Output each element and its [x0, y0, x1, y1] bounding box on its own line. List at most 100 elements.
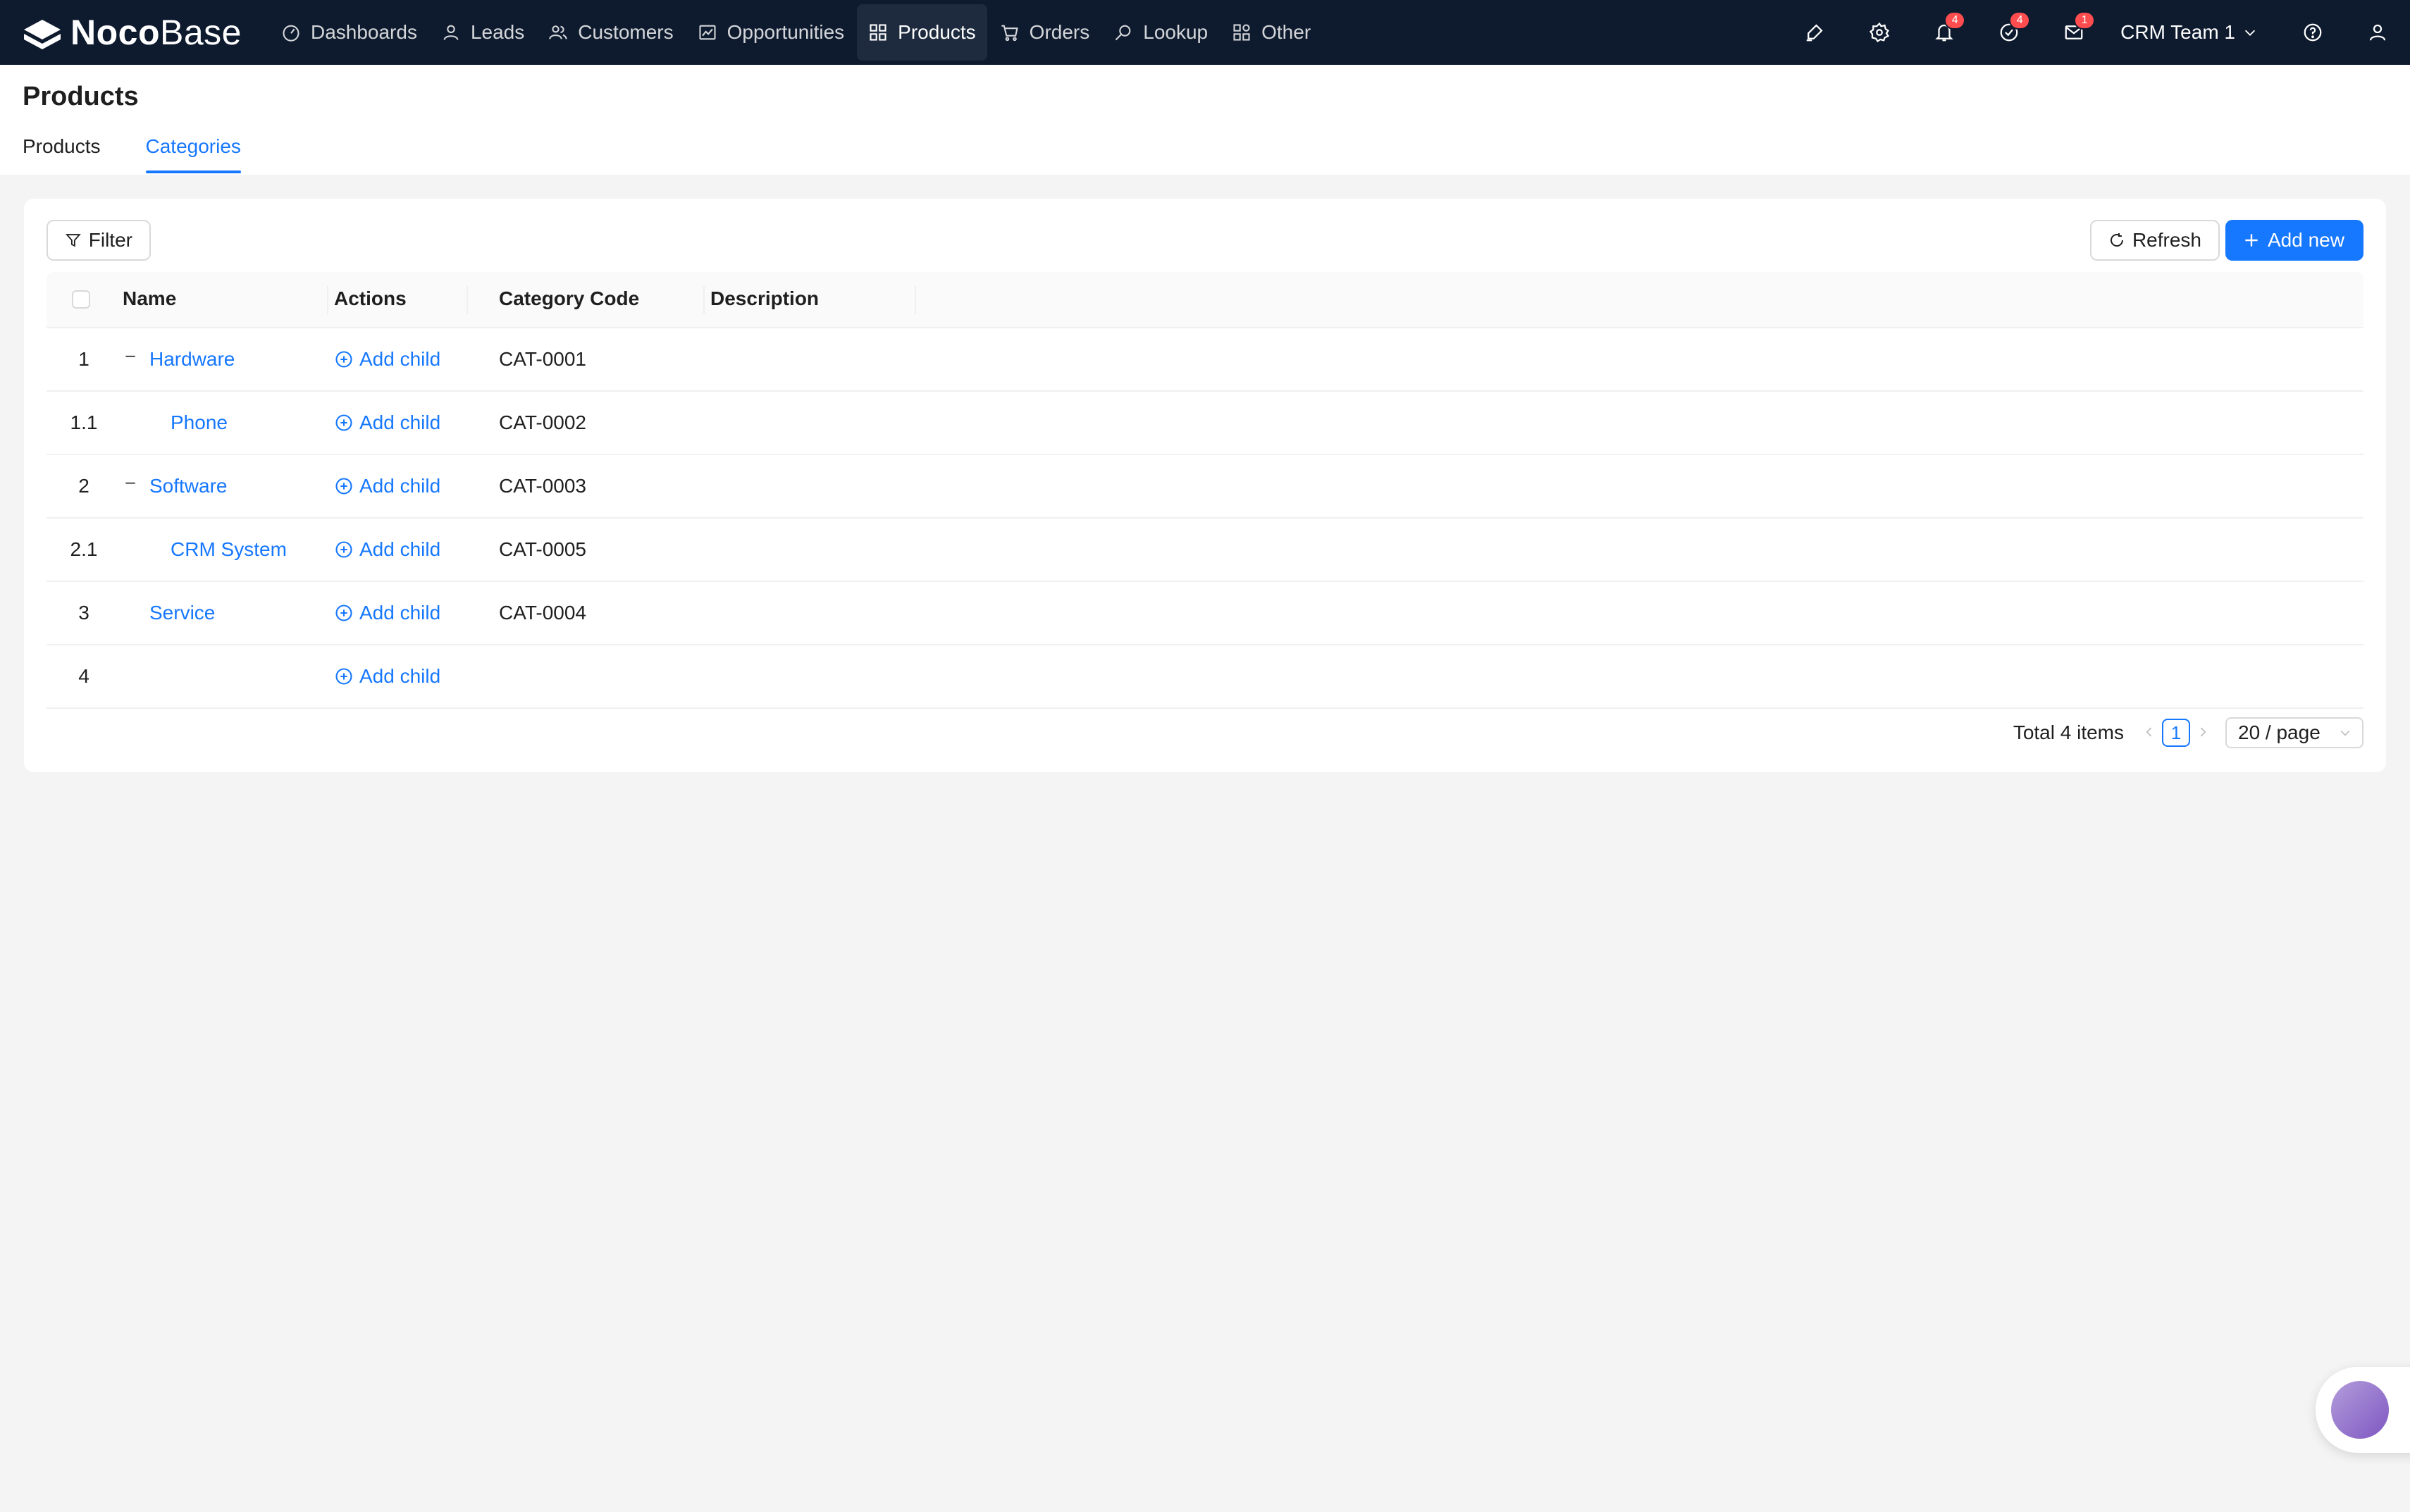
- filter-label: Filter: [88, 229, 132, 251]
- categories-card: Filter Refresh Add new Name Actions Cate…: [24, 199, 2386, 772]
- table-row: 3 Service Add child CAT-0004: [47, 582, 2363, 645]
- chart-icon: [699, 25, 716, 40]
- pagination-total: Total 4 items: [2013, 721, 2124, 743]
- mail-badge: 1: [2075, 13, 2094, 28]
- notifications-button[interactable]: 4: [1912, 0, 1977, 65]
- chevron-down-icon: [2244, 30, 2256, 36]
- logo-text: NocoBase: [70, 13, 242, 52]
- theme-editor-button[interactable]: [1782, 0, 1847, 65]
- table-row: 4 Add child: [47, 645, 2363, 709]
- table-row: 1.1 Phone Add child CAT-0002: [47, 392, 2363, 455]
- menu-item-leads[interactable]: Leads: [430, 4, 536, 61]
- plus-circle-icon: [335, 605, 352, 621]
- team-switcher[interactable]: CRM Team 1: [2106, 0, 2280, 65]
- mail-button[interactable]: 1: [2041, 0, 2106, 65]
- add-child-link[interactable]: Add child: [334, 475, 440, 497]
- add-child-link[interactable]: Add child: [334, 411, 440, 434]
- column-separator: [327, 286, 328, 314]
- add-new-button[interactable]: Add new: [2225, 220, 2363, 261]
- gear-icon: [1870, 22, 1890, 43]
- apps-icon: [1233, 24, 1250, 41]
- page-header: Products Products Categories: [0, 65, 2410, 175]
- chevron-down-icon: [2340, 730, 2350, 736]
- category-name-link[interactable]: Software: [149, 475, 228, 497]
- add-child-link[interactable]: Add child: [334, 665, 440, 688]
- user-menu-button[interactable]: [2345, 0, 2410, 65]
- next-page-button[interactable]: [2190, 721, 2216, 744]
- add-child-label: Add child: [359, 665, 441, 687]
- menu-item-opportunities[interactable]: Opportunities: [686, 4, 856, 61]
- table-row: 1 – Hardware Add child CAT-0001: [47, 328, 2363, 392]
- category-name-link[interactable]: Service: [149, 602, 215, 624]
- ai-assistant-button[interactable]: [2316, 1367, 2410, 1453]
- add-child-link[interactable]: Add child: [334, 538, 440, 561]
- pagination: Total 4 items 1 20 / page: [2013, 717, 2363, 748]
- column-separator: [466, 286, 468, 314]
- menu-item-customers[interactable]: Customers: [537, 4, 684, 61]
- page-tabs: Products Categories: [23, 132, 286, 175]
- plus-circle-icon: [335, 351, 352, 368]
- menu-item-dashboards[interactable]: Dashboards: [270, 4, 428, 61]
- add-child-label: Add child: [359, 348, 441, 370]
- add-child-label: Add child: [359, 411, 441, 433]
- logo[interactable]: NocoBase: [21, 0, 242, 65]
- menu-label: Opportunities: [727, 21, 845, 43]
- row-index: 4: [78, 665, 89, 687]
- add-child-link[interactable]: Add child: [334, 348, 440, 371]
- filter-button[interactable]: Filter: [47, 220, 151, 261]
- prev-page-button[interactable]: [2137, 721, 2162, 744]
- question-icon: [2304, 23, 2322, 42]
- notifications-badge: 4: [1946, 13, 1965, 28]
- add-child-label: Add child: [359, 602, 441, 624]
- menu-label: Dashboards: [310, 21, 417, 43]
- select-all-checkbox[interactable]: [72, 290, 90, 309]
- collapse-toggle[interactable]: –: [123, 474, 138, 492]
- column-header-name: Name: [123, 287, 177, 309]
- add-child-label: Add child: [359, 475, 441, 497]
- tasks-button[interactable]: 4: [1977, 0, 2041, 65]
- collapse-toggle[interactable]: –: [123, 347, 138, 365]
- main-menu: Dashboards Leads Customers Opportunities…: [270, 0, 1323, 65]
- logo-icon: [24, 20, 61, 49]
- menu-label: Leads: [470, 21, 525, 43]
- team-label: CRM Team 1: [2120, 21, 2235, 43]
- row-index: 2: [78, 475, 89, 497]
- add-child-label: Add child: [359, 538, 441, 560]
- user-icon: [443, 25, 459, 40]
- refresh-button[interactable]: Refresh: [2090, 220, 2220, 261]
- help-button[interactable]: [2280, 0, 2345, 65]
- tab-categories[interactable]: Categories: [145, 132, 242, 173]
- categories-table: Name Actions Category Code Description 1…: [47, 272, 2363, 709]
- category-code: CAT-0001: [499, 348, 586, 370]
- filter-icon: [66, 234, 81, 247]
- page-number-button[interactable]: 1: [2162, 719, 2190, 747]
- menu-item-lookup[interactable]: Lookup: [1102, 4, 1219, 61]
- category-code: CAT-0004: [499, 602, 586, 624]
- menu-item-other[interactable]: Other: [1221, 4, 1322, 61]
- menu-label: Lookup: [1143, 21, 1209, 43]
- header-tools: 4 4 1 CRM Team 1: [1782, 0, 2410, 65]
- category-code: CAT-0005: [499, 538, 586, 560]
- page-size-select[interactable]: 20 / page: [2225, 717, 2363, 748]
- tab-products[interactable]: Products: [23, 132, 101, 173]
- category-name-link[interactable]: Phone: [171, 411, 228, 434]
- column-header-description: Description: [710, 287, 820, 309]
- column-header-actions: Actions: [334, 287, 407, 309]
- menu-item-products[interactable]: Products: [857, 4, 987, 61]
- dashboard-icon: [283, 25, 299, 42]
- category-name-link[interactable]: Hardware: [149, 348, 235, 371]
- row-index: 3: [78, 602, 89, 624]
- team-icon: [549, 25, 567, 39]
- plus-circle-icon: [335, 541, 352, 558]
- plus-circle-icon: [335, 414, 352, 431]
- category-code: CAT-0003: [499, 475, 586, 497]
- plus-icon: [2245, 234, 2258, 247]
- menu-item-orders[interactable]: Orders: [989, 4, 1101, 61]
- add-child-link[interactable]: Add child: [334, 602, 440, 624]
- row-index: 1.1: [70, 411, 98, 433]
- settings-button[interactable]: [1847, 0, 1912, 65]
- category-name-link[interactable]: CRM System: [171, 538, 287, 561]
- brush-icon: [1806, 24, 1823, 42]
- page-title: Products: [23, 82, 139, 111]
- grid-icon: [870, 24, 886, 41]
